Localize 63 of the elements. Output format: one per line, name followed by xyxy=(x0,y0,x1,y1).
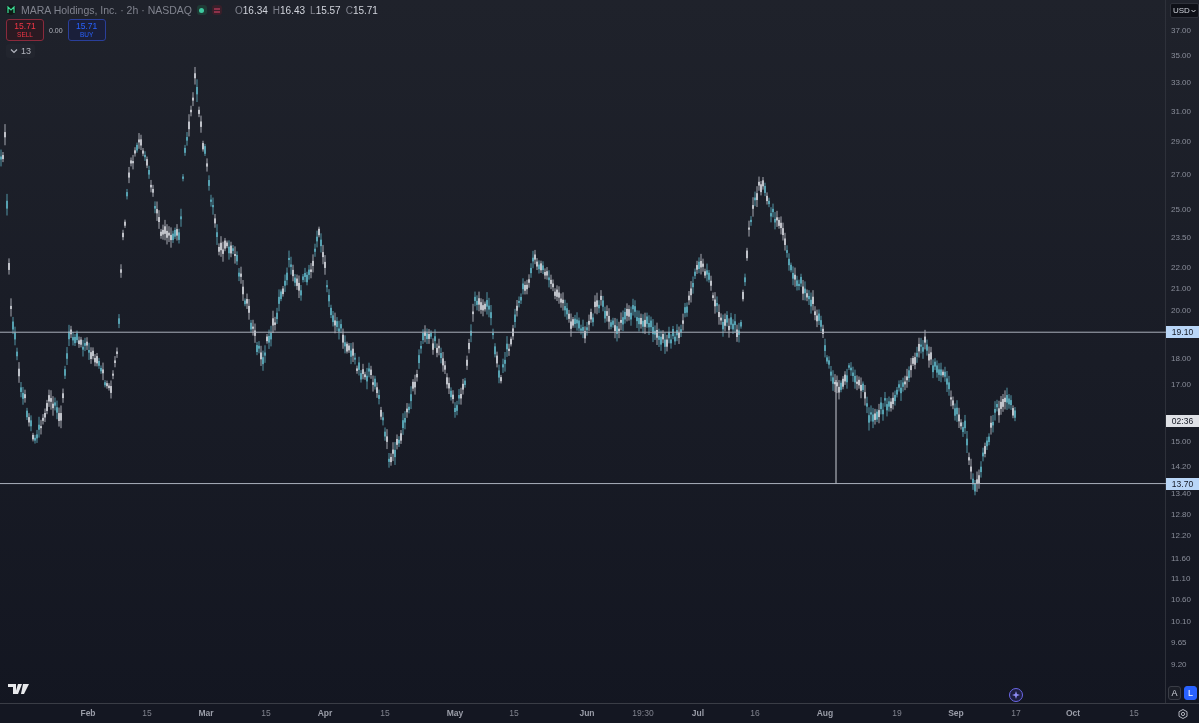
price-tick: 13.40 xyxy=(1171,487,1192,500)
scale-mode-button[interactable]: A xyxy=(1168,686,1181,700)
time-tick: May xyxy=(446,708,464,718)
scale-mode-button[interactable]: L xyxy=(1184,686,1197,700)
market-status-icon[interactable] xyxy=(197,5,207,15)
time-tick: 19 xyxy=(892,708,902,718)
settings-icon[interactable] xyxy=(1177,708,1188,719)
price-tick: 22.00 xyxy=(1171,261,1192,274)
time-tick: Apr xyxy=(317,708,333,718)
time-tick: Mar xyxy=(198,708,214,718)
price-tick: 11.10 xyxy=(1171,573,1191,586)
price-tick: 10.60 xyxy=(1171,594,1192,607)
price-tick: 14.20 xyxy=(1171,461,1192,474)
price-tick: 27.00 xyxy=(1171,168,1192,181)
time-tick: Feb xyxy=(80,708,96,718)
price-tick: 11.60 xyxy=(1171,553,1191,566)
time-tick: 16 xyxy=(750,708,760,718)
price-tick: 18.00 xyxy=(1171,353,1192,366)
line-price-tag: 13.70 xyxy=(1166,477,1199,490)
ohlc-value: O16.34 xyxy=(235,4,268,16)
horizontal-line[interactable] xyxy=(0,483,1166,485)
price-tick: 29.00 xyxy=(1171,136,1192,148)
price-tick: 12.20 xyxy=(1171,530,1192,543)
logo-icon[interactable] xyxy=(8,683,30,695)
symbol-title[interactable]: MARA Holdings, Inc. · 2h · NASDAQ xyxy=(21,4,192,16)
time-tick: Jul xyxy=(691,708,705,718)
time-tick: 19:30 xyxy=(632,708,654,718)
time-tick: Jun xyxy=(579,708,595,718)
line-price-tag: 19.10 xyxy=(1166,326,1199,339)
price-tick: 35.00 xyxy=(1171,50,1192,63)
price-tick: 25.00 xyxy=(1171,203,1192,216)
indicators-toggle[interactable]: 13 xyxy=(6,44,35,58)
price-tick: 17.00 xyxy=(1171,379,1192,392)
price-tick: 9.20 xyxy=(1171,658,1187,671)
time-tick: Oct xyxy=(1065,708,1081,718)
price-tick: 31.00 xyxy=(1171,105,1192,118)
time-tick: Sep xyxy=(948,708,964,718)
ohlc-value: L15.57 xyxy=(310,4,341,16)
horizontal-line[interactable] xyxy=(0,331,1166,333)
time-tick: 15 xyxy=(380,708,390,718)
time-tick: 17 xyxy=(1011,708,1021,718)
price-tick: 15.00 xyxy=(1171,436,1192,449)
price-tick: 23.50 xyxy=(1171,231,1192,244)
price-tick: 37.00 xyxy=(1171,25,1192,37)
time-tick: 15 xyxy=(509,708,519,718)
price-tick: 12.80 xyxy=(1171,508,1192,521)
price-tick: 33.00 xyxy=(1171,77,1192,90)
price-tick: 9.65 xyxy=(1171,637,1187,650)
price-tick: 10.10 xyxy=(1171,616,1192,629)
chevron-icon xyxy=(10,48,18,54)
currency-dropdown[interactable]: USD xyxy=(1170,3,1199,18)
price-tick: 20.00 xyxy=(1171,305,1192,318)
ohlc-value: H16.43 xyxy=(272,4,306,16)
time-tick: 15 xyxy=(261,708,271,718)
ohlc-value: C15.71 xyxy=(345,4,378,16)
caret-icon xyxy=(1190,8,1196,13)
time-tick: 15 xyxy=(142,708,152,718)
sparkle-button[interactable] xyxy=(1009,688,1023,702)
time-tick: 15 xyxy=(1129,708,1139,718)
time-tick: Aug xyxy=(816,708,834,718)
countdown-tag: 02:36 xyxy=(1166,415,1199,428)
symbol-logo-icon xyxy=(6,5,16,15)
price-tick: 21.00 xyxy=(1171,283,1192,295)
